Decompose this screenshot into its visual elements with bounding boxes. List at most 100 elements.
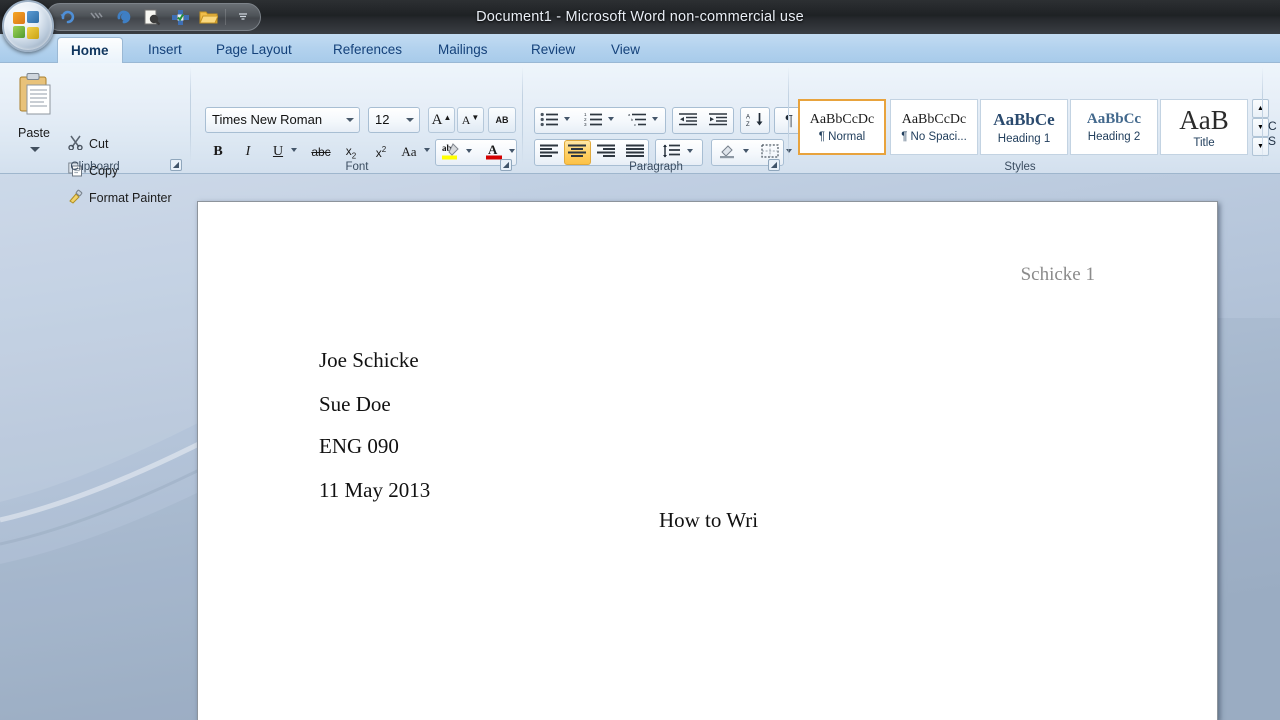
cut-button[interactable]: Cut — [68, 135, 108, 153]
shading-dropdown[interactable] — [742, 148, 750, 154]
font-name-value: Times New Roman — [212, 112, 323, 127]
doc-line-course[interactable]: ENG 090 — [319, 434, 399, 459]
italic-icon: I — [245, 144, 251, 159]
paintbrush-icon — [68, 189, 83, 207]
highlight-dropdown[interactable] — [465, 148, 473, 154]
doc-line-name[interactable]: Joe Schicke — [319, 348, 419, 373]
tab-references[interactable]: References — [320, 37, 415, 63]
format-painter-button[interactable]: Format Painter — [68, 189, 172, 207]
increase-indent-button[interactable] — [704, 108, 732, 133]
chevron-down-icon[interactable] — [346, 118, 354, 122]
save-icon[interactable] — [113, 7, 135, 28]
tab-mailings[interactable]: Mailings — [425, 37, 501, 63]
font-size-combobox[interactable]: 12 — [368, 107, 420, 133]
change-case-icon: Aa — [401, 144, 417, 159]
paragraph-dialog-launcher[interactable]: ◢ — [768, 159, 780, 171]
underline-icon: U — [272, 144, 284, 159]
style-title[interactable]: AaB Title — [1160, 99, 1248, 155]
style-normal[interactable]: AaBbCcDc ¶ Normal — [798, 99, 886, 155]
chevron-down-icon[interactable] — [232, 7, 254, 28]
style-name: ¶ No Spaci... — [901, 130, 967, 143]
sort-az-icon: AZ — [746, 112, 765, 130]
style-name: ¶ Normal — [818, 130, 866, 143]
bullets-button[interactable] — [536, 108, 562, 133]
style-preview: AaBbCcDc — [901, 111, 967, 127]
font-dialog-launcher[interactable]: ◢ — [500, 159, 512, 171]
print-preview-icon[interactable] — [141, 7, 163, 28]
change-styles-button[interactable]: C S — [1268, 119, 1280, 149]
styles-scroll-down-button[interactable]: ▼ — [1252, 118, 1269, 137]
chevron-down-icon — [652, 117, 658, 121]
shrink-font-icon: A — [461, 112, 471, 127]
chevron-down-icon — [424, 148, 430, 152]
quick-access-toolbar[interactable] — [46, 3, 261, 31]
office-button[interactable] — [2, 0, 54, 52]
underline-dropdown[interactable] — [290, 147, 298, 153]
bullets-dropdown[interactable] — [563, 116, 571, 122]
page-header-schicke[interactable]: Schicke 1 — [1021, 264, 1095, 286]
chevron-down-icon[interactable] — [406, 118, 414, 122]
undo-icon[interactable] — [57, 7, 79, 28]
numbering-dropdown[interactable] — [607, 116, 615, 122]
style-heading-2[interactable]: AaBbCc Heading 2 — [1070, 99, 1158, 155]
doc-line-title[interactable]: How to Wri — [198, 508, 1217, 533]
change-case-dropdown[interactable] — [423, 147, 431, 153]
paste-dropdown-caret-icon[interactable] — [30, 147, 40, 152]
decrease-indent-button[interactable] — [674, 108, 702, 133]
chevron-down-icon — [291, 148, 297, 152]
separator-paragraph-styles — [788, 67, 789, 163]
style-name: Title — [1193, 136, 1215, 149]
change-styles-label-line2: S — [1268, 134, 1277, 148]
paste-label: Paste — [18, 126, 50, 140]
font-color-dropdown[interactable] — [508, 148, 516, 154]
tab-page-layout[interactable]: Page Layout — [203, 37, 305, 63]
open-folder-icon[interactable] — [197, 7, 219, 28]
tab-view[interactable]: View — [598, 37, 653, 63]
decrease-indent-icon — [678, 112, 698, 130]
style-no-spacing[interactable]: AaBbCcDc ¶ No Spaci... — [890, 99, 978, 155]
change-styles-label-line1: C — [1268, 119, 1277, 133]
separator-font-paragraph — [522, 67, 523, 163]
font-name-combobox[interactable]: Times New Roman — [205, 107, 360, 133]
tab-home[interactable]: Home — [57, 37, 123, 63]
office-orb-icon — [13, 11, 43, 41]
group-label-paragraph: Paragraph — [629, 161, 683, 173]
chevron-down-icon — [564, 117, 570, 121]
separator-clipboard-font — [190, 67, 191, 163]
multilevel-list-icon: abc — [628, 112, 647, 130]
tab-insert[interactable]: Insert — [135, 37, 195, 63]
doc-line-date[interactable]: 11 May 2013 — [319, 478, 430, 503]
superscript-icon: x2 — [375, 144, 387, 160]
paste-button[interactable]: Paste — [8, 71, 60, 165]
clear-formatting-button[interactable]: AB — [488, 107, 516, 133]
style-preview: AaBbCе — [993, 109, 1055, 129]
group-clipboard: Paste Cut Copy Format Painter Clipboard … — [0, 63, 190, 205]
group-styles: AaBbCcDc ¶ Normal AaBbCcDc ¶ No Spaci...… — [790, 63, 1269, 174]
spelling-grammar-icon[interactable] — [169, 7, 191, 28]
clear-formatting-icon: AB — [495, 115, 509, 125]
sort-button[interactable]: AZ — [741, 108, 769, 133]
grow-font-button[interactable]: A ▲ — [428, 107, 455, 133]
redo-icon[interactable] — [85, 7, 107, 28]
doc-line-instructor[interactable]: Sue Doe — [319, 392, 391, 417]
clipboard-dialog-launcher[interactable]: ◢ — [170, 159, 182, 171]
style-heading-1[interactable]: AaBbCе Heading 1 — [980, 99, 1068, 155]
styles-more-button[interactable]: ▼ — [1252, 137, 1269, 156]
group-font: Times New Roman 12 A ▲ A ▼ AB B I U abc … — [192, 63, 522, 174]
format-painter-label: Format Painter — [89, 191, 172, 205]
tab-review[interactable]: Review — [518, 37, 588, 63]
group-label-font: Font — [345, 161, 369, 173]
svg-text:A: A — [746, 114, 750, 120]
scissors-icon — [68, 135, 83, 153]
numbering-button[interactable]: 123 — [580, 108, 606, 133]
line-spacing-dropdown[interactable] — [686, 148, 694, 154]
styles-scroll-up-button[interactable]: ▲ — [1252, 99, 1269, 118]
chevron-down-icon — [608, 117, 614, 121]
shrink-font-button[interactable]: A ▼ — [457, 107, 484, 133]
multilevel-list-dropdown[interactable] — [651, 116, 659, 122]
title-bar: Document1 - Microsoft Word non-commercia… — [0, 0, 1280, 34]
bold-icon: B — [213, 144, 223, 159]
separator-styles-edge — [1262, 67, 1263, 163]
document-page[interactable]: Schicke 1 Joe Schicke Sue Doe ENG 090 11… — [197, 201, 1218, 720]
multilevel-list-button[interactable]: abc — [624, 108, 650, 133]
